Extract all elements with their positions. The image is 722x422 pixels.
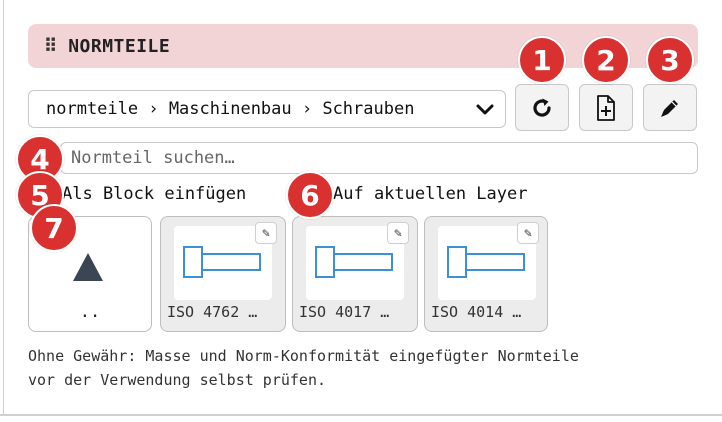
current-layer-label[interactable]: Auf aktuellen Layer [333, 184, 527, 204]
edit-part-button[interactable]: ✎ [387, 222, 409, 244]
chevron-down-icon [476, 104, 494, 115]
part-label: ISO 4017 … [299, 303, 390, 321]
refresh-icon [533, 98, 551, 117]
panel-title: NORMTEILE [68, 35, 171, 57]
new-file-button[interactable] [579, 84, 633, 131]
disclaimer-line: vor der Verwendung selbst prüfen. [28, 371, 327, 389]
part-tile[interactable]: ✎ ISO 4762 … [160, 216, 286, 332]
as-block-label[interactable]: Als Block einfügen [62, 184, 246, 204]
edit-button[interactable] [643, 84, 697, 131]
part-label: ISO 4014 … [431, 303, 522, 321]
annotation-marker: 7 [30, 204, 78, 252]
annotation-marker: 2 [582, 36, 630, 84]
search-input[interactable] [60, 142, 698, 174]
up-arrow-icon [73, 253, 103, 281]
part-label: ISO 4762 … [167, 303, 258, 321]
edit-part-button[interactable]: ✎ [517, 222, 539, 244]
folder-up-label: .. [79, 302, 101, 322]
library-path-value: normteile › Maschinenbau › Schrauben [46, 99, 415, 119]
pencil-icon [661, 99, 678, 117]
disclaimer-note: Ohne Gewähr: Masse und Norm-Konformität … [28, 344, 708, 392]
refresh-button[interactable] [515, 84, 569, 131]
drag-handle-icon[interactable]: ⠿ [44, 36, 57, 57]
annotation-marker: 6 [286, 171, 334, 219]
divider [0, 414, 722, 416]
file-plus-icon [597, 94, 615, 121]
part-tile[interactable]: ✎ ISO 4014 … [424, 216, 548, 332]
annotation-marker: 1 [518, 36, 566, 84]
disclaimer-line: Ohne Gewähr: Masse und Norm-Konformität … [28, 347, 579, 365]
edit-part-button[interactable]: ✎ [255, 222, 277, 244]
part-tile[interactable]: ✎ ISO 4017 … [292, 216, 418, 332]
annotation-marker: 3 [646, 36, 694, 84]
library-path-select[interactable]: normteile › Maschinenbau › Schrauben [28, 90, 506, 128]
